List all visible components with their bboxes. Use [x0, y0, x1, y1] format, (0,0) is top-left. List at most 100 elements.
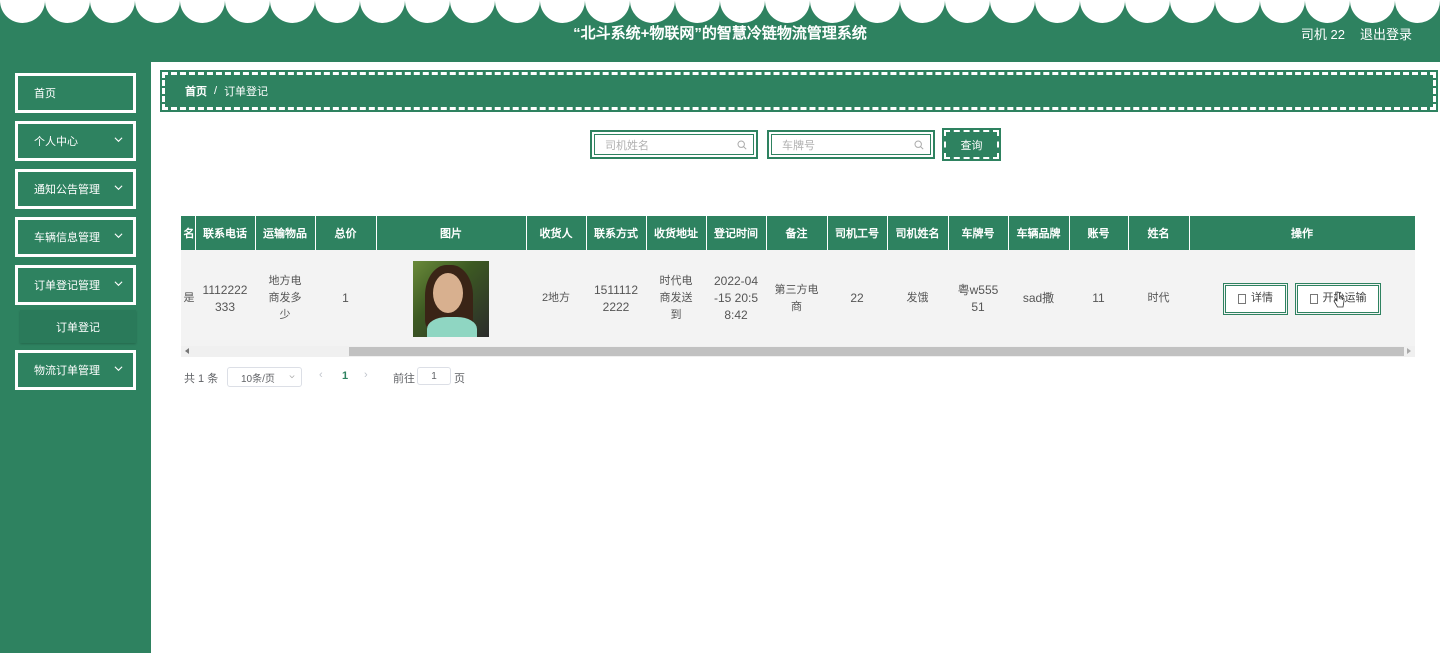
cell-name-partial: 是 [181, 250, 196, 347]
order-photo[interactable] [413, 260, 489, 337]
driver-name-search[interactable]: 司机姓名 [590, 130, 758, 159]
table-horizontal-scrollbar[interactable] [181, 346, 1415, 357]
plate-search[interactable]: 车牌号 [767, 130, 935, 159]
sidebar: 首页 个人中心 通知公告管理 车辆信息管理 订单登记管理 订单登记 物流订单管理 [0, 62, 151, 653]
scallop-shape [900, 0, 945, 23]
scallop-shape [315, 0, 360, 23]
pagination-total: 共 1 条 [184, 373, 219, 385]
scallop-shape [540, 0, 585, 23]
document-icon [1309, 293, 1318, 304]
plate-input[interactable]: 车牌号 [771, 134, 931, 155]
scroll-right-icon[interactable] [1407, 348, 1411, 354]
scallop-shape [810, 0, 855, 23]
cell-receiver: 2地方 [526, 250, 587, 347]
column-header: 账号 [1069, 216, 1129, 250]
column-header: 司机姓名 [887, 216, 949, 250]
scallop-shape [405, 0, 450, 23]
column-header: 车辆品牌 [1008, 216, 1070, 250]
chevron-down-icon [114, 281, 123, 287]
search-icon [737, 140, 747, 150]
scallop-shape [990, 0, 1035, 23]
page-size-select[interactable]: 10条/页 [227, 367, 302, 387]
scallop-shape [1305, 0, 1350, 23]
next-page-button[interactable]: › [364, 369, 368, 381]
sidebar-item-personal-center[interactable]: 个人中心 [15, 121, 136, 161]
cell-address: 时代电商发送到 [646, 250, 707, 347]
breadcrumb-home[interactable]: 首页 [185, 83, 207, 99]
page-number[interactable]: 1 [342, 370, 348, 382]
sidebar-item-label: 通知公告管理 [34, 184, 100, 196]
mouse-cursor-icon [1333, 291, 1345, 308]
scallop-shape [945, 0, 990, 23]
driver-name-placeholder: 司机姓名 [605, 139, 649, 152]
cell-note: 第三方电商 [766, 250, 828, 347]
scallop-shape [180, 0, 225, 23]
column-header: 总价 [315, 216, 377, 250]
column-header: 司机工号 [827, 216, 888, 250]
cell-goods: 地方电商发多少 [255, 250, 316, 347]
column-header: 联系方式 [586, 216, 647, 250]
column-header: 联系电话 [195, 216, 256, 250]
scallop-shape [630, 0, 675, 23]
scallop-shape [135, 0, 180, 23]
search-icon [914, 140, 924, 150]
chevron-down-icon [114, 137, 123, 143]
column-header: 收货人 [526, 216, 587, 250]
scroll-left-icon[interactable] [185, 348, 189, 354]
query-button[interactable]: 查询 [942, 128, 1001, 161]
top-header: “北斗系统+物联网”的智慧冷链物流管理系统 司机 22 退出登录 [0, 0, 1440, 62]
scallop-shape [675, 0, 720, 23]
scallop-shape [225, 0, 270, 23]
chevron-down-icon [114, 366, 123, 372]
cell-account: 11 [1069, 250, 1129, 347]
scroll-thumb[interactable] [349, 347, 1404, 356]
sidebar-item-home[interactable]: 首页 [15, 73, 136, 113]
sidebar-item-order-management[interactable]: 订单登记管理 [15, 265, 136, 305]
scallop-shape [855, 0, 900, 23]
prev-page-button[interactable]: ‹ [319, 369, 323, 381]
goto-page-input[interactable]: 1 [417, 367, 451, 385]
column-header: 备注 [766, 216, 828, 250]
column-header: 运输物品 [255, 216, 316, 250]
scallop-shape [585, 0, 630, 23]
scallop-shape [1395, 0, 1440, 23]
column-header: 车牌号 [948, 216, 1009, 250]
table-row: 是 1112222333 地方电商发多少 1 2地方 15111122222 时… [181, 250, 1415, 347]
sidebar-item-notice-management[interactable]: 通知公告管理 [15, 169, 136, 209]
app-title: “北斗系统+物联网”的智慧冷链物流管理系统 [573, 25, 867, 42]
scallop-shape [45, 0, 90, 23]
driver-name-input[interactable]: 司机姓名 [594, 134, 754, 155]
scallop-shape [1170, 0, 1215, 23]
column-header: 图片 [376, 216, 527, 250]
cell-driver-id: 22 [827, 250, 888, 347]
breadcrumb-current: 订单登记 [224, 86, 269, 98]
column-header: 操作 [1189, 216, 1415, 250]
detail-button[interactable]: 详情 [1222, 282, 1288, 315]
scallop-shape [1260, 0, 1305, 23]
scallop-shape [0, 0, 45, 23]
sidebar-subitem-order-register[interactable]: 订单登记 [20, 310, 136, 343]
cell-photo [376, 250, 527, 347]
chevron-down-icon [114, 233, 123, 239]
logout-link[interactable]: 退出登录 [1360, 24, 1412, 43]
column-header: 收货地址 [646, 216, 707, 250]
order-table: 名 联系电话 运输物品 总价 图片 收货人 联系方式 收货地址 登记时间 备注 … [181, 216, 1415, 358]
column-header: 姓名 [1128, 216, 1190, 250]
column-header: 名 [181, 216, 196, 250]
cell-contact: 15111122222 [586, 250, 647, 347]
scallop-shape [1350, 0, 1395, 23]
sidebar-item-vehicle-management[interactable]: 车辆信息管理 [15, 217, 136, 257]
chevron-down-icon [289, 375, 295, 379]
sidebar-item-logistics-management[interactable]: 物流订单管理 [15, 350, 136, 390]
sidebar-item-label: 个人中心 [34, 136, 78, 148]
sidebar-item-label: 订单登记管理 [34, 280, 100, 292]
scallop-shape [450, 0, 495, 23]
current-user: 司机 22 [1300, 27, 1345, 42]
breadcrumb: 首页 / 订单登记 [160, 70, 1438, 112]
sidebar-item-label: 首页 [34, 88, 56, 100]
scallop-shape [720, 0, 765, 23]
scallop-shape [270, 0, 315, 23]
scallop-shape [1080, 0, 1125, 23]
column-header: 登记时间 [706, 216, 767, 250]
scallop-shape [1125, 0, 1170, 23]
